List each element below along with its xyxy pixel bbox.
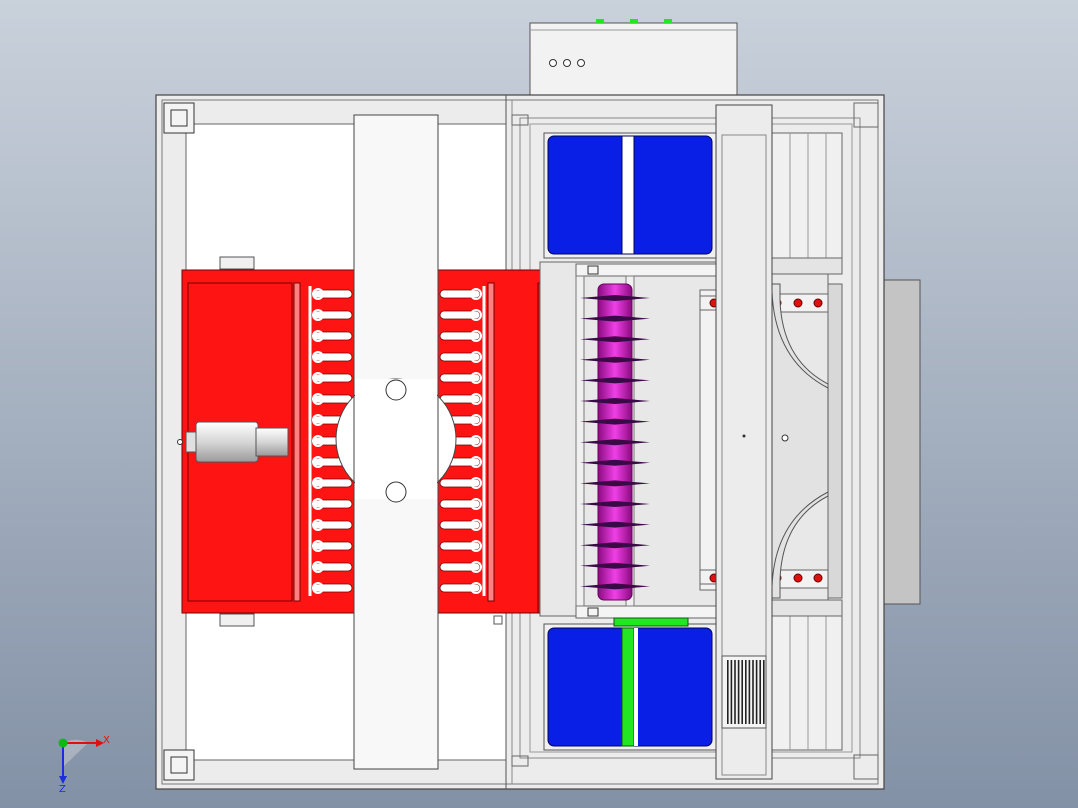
vent-slot — [752, 660, 754, 724]
press-plate — [335, 114, 457, 770]
heater-fin — [439, 310, 481, 320]
heater-fin — [439, 289, 481, 299]
vent-slot — [759, 660, 761, 724]
vent-slot — [730, 660, 733, 724]
heater-fin — [311, 331, 353, 341]
heater-fin — [311, 289, 353, 299]
heater-fin — [439, 499, 481, 509]
vent-slot — [748, 660, 751, 724]
roller-blades — [580, 295, 650, 590]
corner-foot — [163, 102, 195, 134]
heater-mount — [219, 256, 255, 270]
heater-fin — [439, 520, 481, 530]
guide-rail-bottom — [769, 599, 843, 751]
heater-fin — [439, 562, 481, 572]
control-box — [529, 19, 738, 100]
vent-slot — [755, 660, 758, 724]
bolt-hole — [385, 481, 407, 503]
vent-slot — [734, 660, 736, 724]
heater-fin — [311, 499, 353, 509]
bolt-hole — [385, 379, 407, 401]
heater-fin — [311, 541, 353, 551]
heater-fin — [439, 352, 481, 362]
indicator-light — [664, 19, 672, 23]
cad-viewport[interactable]: X Z — [0, 0, 1078, 808]
pivot-hole — [781, 434, 789, 442]
vent-slot — [741, 660, 743, 724]
heater-fin — [439, 331, 481, 341]
indicator-light — [596, 19, 604, 23]
heater-fin — [311, 373, 353, 383]
control-button — [577, 59, 585, 67]
vent-slot — [727, 660, 729, 724]
guide-rail-top — [769, 132, 843, 275]
x-axis-label: X — [103, 735, 110, 746]
corner-foot — [163, 749, 195, 781]
control-button — [549, 59, 557, 67]
heater-fin — [311, 583, 353, 593]
heater-fin — [439, 373, 481, 383]
heater-fin — [439, 583, 481, 593]
heater-fin — [311, 520, 353, 530]
heater-fin — [311, 310, 353, 320]
heater-fin — [439, 478, 481, 488]
indicator-light — [630, 19, 638, 23]
z-axis-label: Z — [59, 784, 66, 795]
cylinder-actuator — [195, 421, 259, 463]
blue-tank-top — [543, 132, 717, 259]
heater-mount — [219, 613, 255, 627]
vent-slot — [745, 660, 747, 724]
heater-fin — [439, 394, 481, 404]
control-button — [563, 59, 571, 67]
vent-slot — [737, 660, 740, 724]
heater-fin — [311, 562, 353, 572]
heater-fin — [311, 394, 353, 404]
heater-fin — [439, 541, 481, 551]
vent-slot — [763, 660, 765, 724]
heater-fin — [311, 478, 353, 488]
heater-fin — [311, 352, 353, 362]
blue-tank-bottom — [543, 617, 717, 751]
y-axis-marker — [58, 738, 68, 748]
